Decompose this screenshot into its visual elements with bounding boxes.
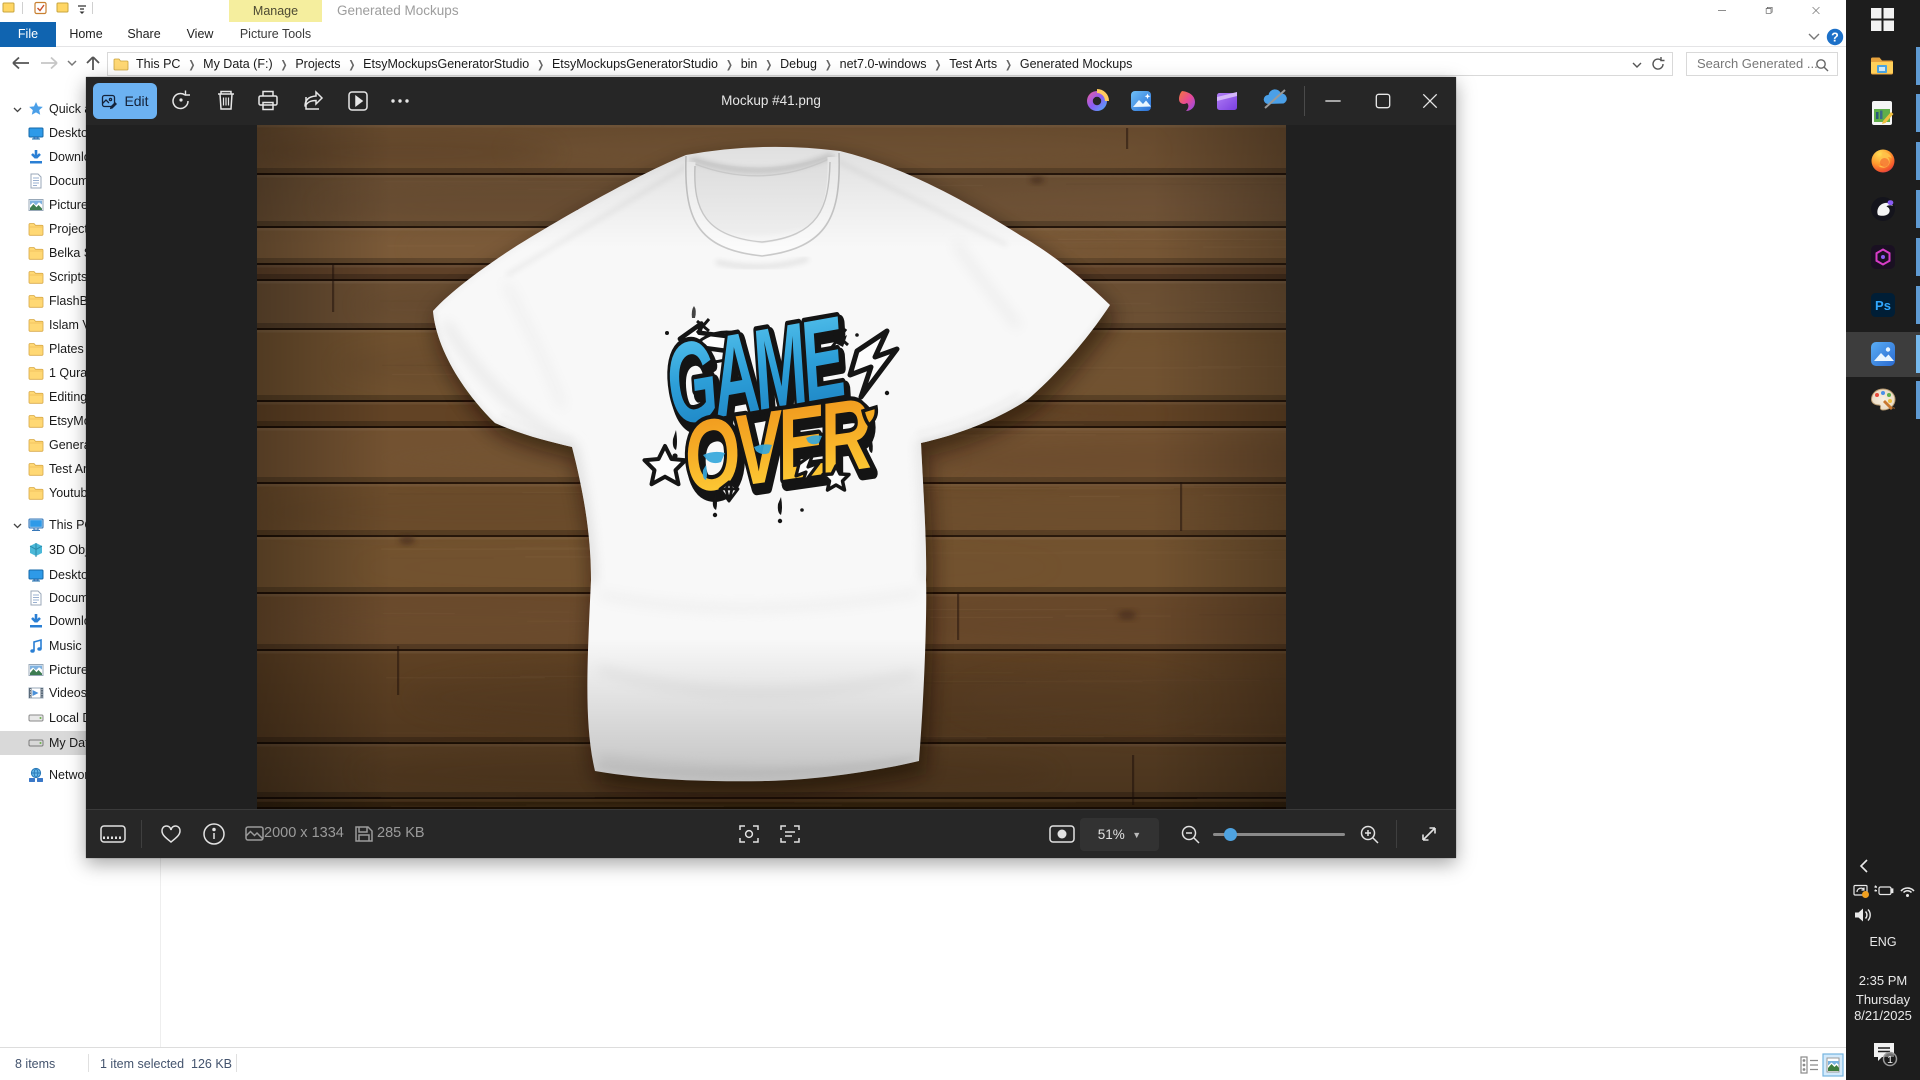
svg-text:Ps: Ps — [1875, 298, 1891, 313]
svg-text:1: 1 — [1887, 1054, 1893, 1066]
